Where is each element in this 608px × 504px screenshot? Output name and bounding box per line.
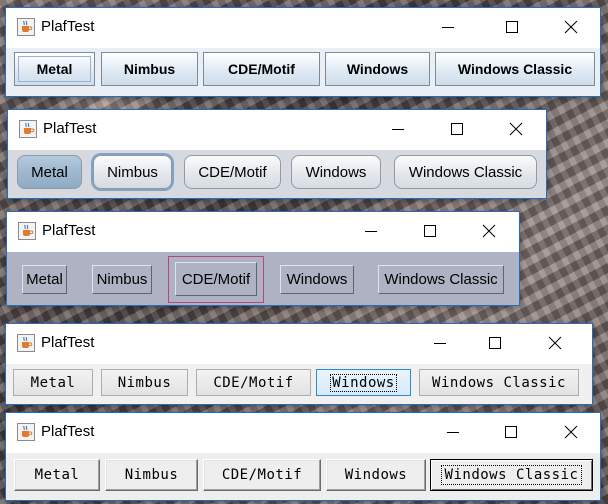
button-panel: Metal Nimbus CDE/Motif Windows Windows C… [7, 252, 519, 305]
java-coffee-cup-icon[interactable] [18, 222, 36, 240]
cde-motif-button[interactable]: CDE/Motif [203, 52, 320, 86]
metal-button[interactable]: Metal [13, 369, 93, 396]
plaf-window-metal: PlafTest Metal Nimbus CDE/Motif Windows … [6, 8, 600, 96]
metal-button[interactable]: Metal [14, 52, 95, 86]
windows-classic-button[interactable]: Windows Classic [430, 459, 593, 491]
button-panel: Metal Nimbus CDE/Motif Windows Windows C… [6, 364, 592, 404]
java-coffee-cup-icon[interactable] [19, 120, 37, 138]
maximize-icon[interactable] [500, 15, 524, 39]
nimbus-button[interactable]: Nimbus [93, 155, 172, 189]
windows-button[interactable]: Windows [325, 52, 430, 86]
plaf-window-windows: PlafTest Metal Nimbus CDE/Motif Windows … [6, 324, 592, 404]
metal-button[interactable]: Metal [17, 155, 82, 189]
title-bar[interactable]: PlafTest [7, 212, 519, 252]
cde-motif-button[interactable]: CDE/Motif [184, 155, 281, 189]
windows-button[interactable]: Windows [291, 155, 381, 189]
metal-button[interactable]: Metal [22, 265, 67, 294]
nimbus-button[interactable]: Nimbus [101, 369, 188, 396]
java-coffee-cup-icon[interactable] [17, 423, 35, 441]
window-title: PlafTest [41, 423, 95, 440]
windows-classic-button[interactable]: Windows Classic [435, 52, 595, 86]
cde-motif-button[interactable]: CDE/Motif [196, 369, 311, 396]
window-title: PlafTest [42, 222, 96, 239]
close-icon[interactable] [559, 420, 583, 444]
nimbus-button[interactable]: Nimbus [92, 265, 152, 294]
windows-classic-button[interactable]: Windows Classic [419, 369, 579, 396]
windows-button-label: Windows [330, 373, 397, 392]
nimbus-button[interactable]: Nimbus [101, 52, 198, 86]
windows-classic-button[interactable]: Windows Classic [378, 265, 504, 294]
java-coffee-cup-icon[interactable] [17, 18, 35, 36]
windows-button[interactable]: Windows [316, 369, 411, 396]
title-bar[interactable]: PlafTest [6, 8, 600, 48]
title-bar[interactable]: PlafTest [6, 413, 600, 453]
close-icon[interactable] [559, 15, 583, 39]
cde-motif-button[interactable]: CDE/Motif [203, 459, 321, 491]
minimize-icon[interactable] [441, 420, 465, 444]
nimbus-button[interactable]: Nimbus [105, 459, 198, 491]
close-icon[interactable] [477, 219, 501, 243]
plaf-window-motif: PlafTest Metal Nimbus CDE/Motif Windows … [7, 212, 519, 305]
minimize-icon[interactable] [436, 15, 460, 39]
plaf-window-windows-classic: PlafTest Metal Nimbus CDE/Motif Windows … [6, 413, 600, 500]
title-bar[interactable]: PlafTest [6, 324, 592, 364]
window-title: PlafTest [41, 18, 95, 35]
window-title: PlafTest [43, 120, 97, 137]
windows-classic-button-label: Windows Classic [440, 465, 583, 485]
maximize-icon[interactable] [445, 117, 469, 141]
close-icon[interactable] [504, 117, 528, 141]
metal-button[interactable]: Metal [14, 459, 100, 491]
button-panel: Metal Nimbus CDE/Motif Windows Windows C… [8, 150, 546, 198]
close-icon[interactable] [543, 331, 567, 355]
maximize-icon[interactable] [483, 331, 507, 355]
cde-motif-button[interactable]: CDE/Motif [175, 262, 257, 296]
maximize-icon[interactable] [418, 219, 442, 243]
window-title: PlafTest [41, 334, 95, 351]
minimize-icon[interactable] [428, 331, 452, 355]
maximize-icon[interactable] [499, 420, 523, 444]
windows-classic-button[interactable]: Windows Classic [394, 155, 537, 189]
button-panel: Metal Nimbus CDE/Motif Windows Windows C… [6, 48, 600, 96]
minimize-icon[interactable] [386, 117, 410, 141]
plaf-window-nimbus: PlafTest Metal Nimbus CDE/Motif Windows … [8, 110, 546, 198]
windows-button[interactable]: Windows [280, 265, 354, 294]
title-bar[interactable]: PlafTest [8, 110, 546, 150]
java-coffee-cup-icon[interactable] [17, 334, 35, 352]
button-panel: Metal Nimbus CDE/Motif Windows Windows C… [6, 453, 600, 500]
minimize-icon[interactable] [359, 219, 383, 243]
windows-button[interactable]: Windows [326, 459, 426, 491]
